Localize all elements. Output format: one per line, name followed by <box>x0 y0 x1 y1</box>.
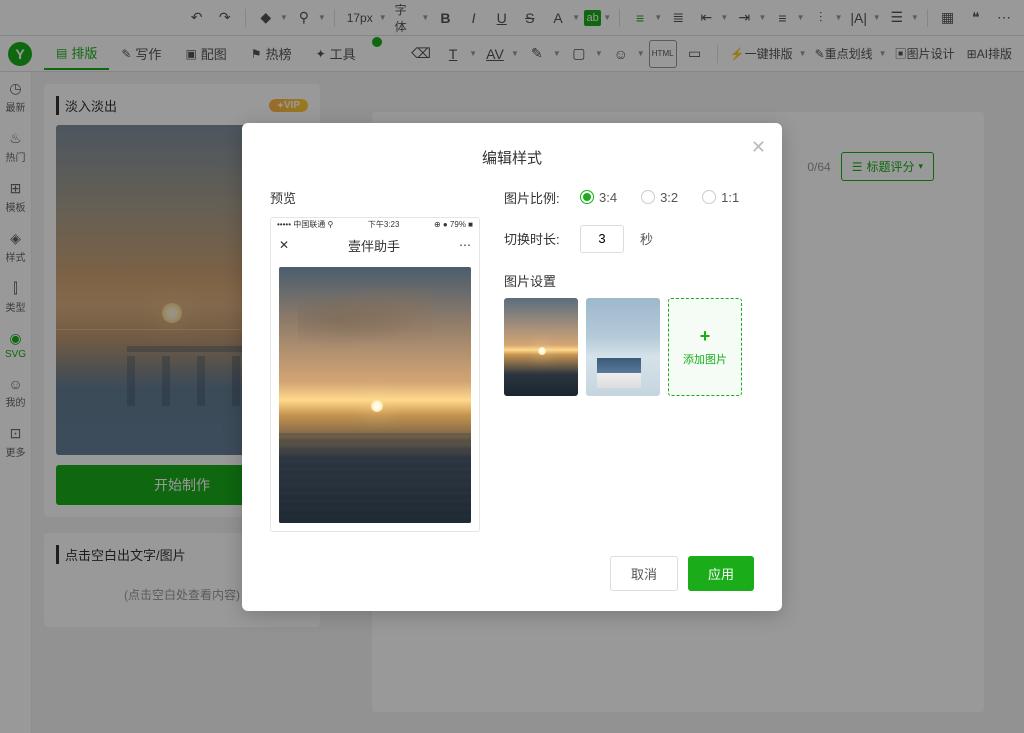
duration-label: 切换时长: <box>504 229 564 248</box>
ratio-option-1-1[interactable]: 1:1 <box>702 190 739 205</box>
ratio-radio-group: 3:4 3:2 1:1 <box>580 190 739 205</box>
ratio-option-3-2[interactable]: 3:2 <box>641 190 678 205</box>
add-image-button[interactable]: + 添加图片 <box>668 298 742 396</box>
phone-close-icon: ✕ <box>279 238 289 252</box>
phone-preview-image <box>279 267 471 523</box>
apply-button[interactable]: 应用 <box>688 556 754 591</box>
duration-input[interactable] <box>580 225 624 253</box>
plus-icon: + <box>700 326 711 347</box>
close-icon[interactable]: ✕ <box>751 137 766 158</box>
modal-title: 编辑样式 <box>270 147 754 168</box>
edit-style-modal: ✕ 编辑样式 预览 ••••• 中国联通 ⚲ 下午3:23 ⊕ ● 79% ■ … <box>242 123 782 611</box>
image-settings-label: 图片设置 <box>504 271 754 290</box>
ratio-option-3-4[interactable]: 3:4 <box>580 190 617 205</box>
cancel-button[interactable]: 取消 <box>610 556 678 591</box>
ratio-label: 图片比例: <box>504 188 564 207</box>
phone-header: ✕ 壹伴助手 ⋯ <box>271 232 479 259</box>
image-thumb-2[interactable] <box>586 298 660 396</box>
duration-unit: 秒 <box>640 229 653 248</box>
phone-preview: ••••• 中国联通 ⚲ 下午3:23 ⊕ ● 79% ■ ✕ 壹伴助手 ⋯ <box>270 217 480 532</box>
phone-statusbar: ••••• 中国联通 ⚲ 下午3:23 ⊕ ● 79% ■ <box>271 218 479 232</box>
phone-more-icon: ⋯ <box>459 238 471 252</box>
image-thumb-1[interactable] <box>504 298 578 396</box>
modal-overlay: ✕ 编辑样式 预览 ••••• 中国联通 ⚲ 下午3:23 ⊕ ● 79% ■ … <box>0 0 1024 733</box>
preview-label: 预览 <box>270 188 480 207</box>
